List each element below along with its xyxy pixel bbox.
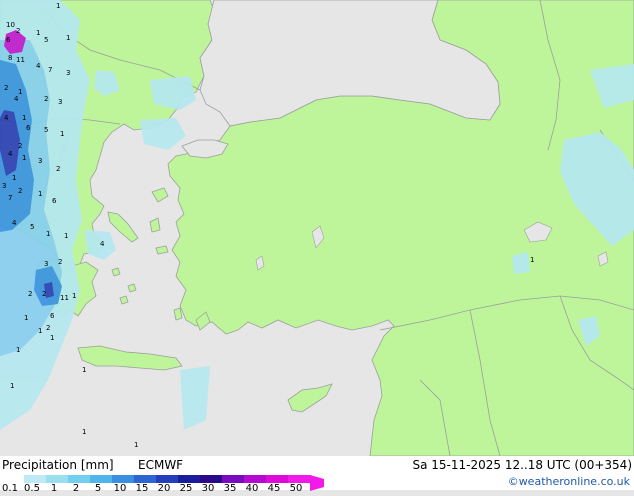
point-value-label: 1 (18, 88, 22, 96)
point-value-label: 11 (16, 56, 25, 64)
point-value-label: 2 (46, 324, 50, 332)
scale-swatch (24, 475, 47, 483)
point-value-label: 3 (38, 157, 42, 165)
scale-tick-label: 0.1 (2, 483, 18, 494)
point-value-label: 2 (58, 258, 62, 266)
land-cyclades-2 (127, 283, 137, 293)
point-value-label: 2 (18, 187, 22, 195)
scale-swatch (90, 475, 113, 483)
scale-swatch (222, 475, 245, 483)
point-value-label: 1 (50, 334, 54, 342)
scale-swatch (156, 475, 179, 483)
land-cyclades-3 (119, 295, 129, 305)
point-value-label: 1 (530, 256, 534, 264)
scale-swatch (266, 475, 289, 483)
point-value-label: 6 (50, 312, 55, 320)
scale-swatch (288, 475, 311, 483)
point-value-label: 2 (4, 84, 8, 92)
point-value-label: 1 (46, 230, 50, 238)
point-value-label: 3 (2, 182, 6, 190)
scale-swatch (244, 475, 267, 483)
point-value-label: 6 (6, 36, 11, 44)
point-value-label: 1 (24, 314, 28, 322)
point-value-label: 4 (36, 62, 41, 70)
scale-tick-label: 15 (135, 483, 149, 494)
point-value-label: 6 (26, 124, 31, 132)
scale-tick-label: 45 (267, 483, 281, 494)
point-value-label: 1 (22, 154, 26, 162)
point-value-label: 1 (82, 428, 86, 436)
point-value-label: 2 (44, 95, 48, 103)
point-value-label: 4 (12, 219, 17, 227)
scale-tick-label: 50 (289, 483, 303, 494)
scale-tick-label: 40 (245, 483, 259, 494)
credit-link[interactable]: ©weatheronline.co.uk (508, 475, 630, 489)
point-value-label: 1 (56, 2, 60, 10)
point-value-label: 5 (30, 223, 34, 231)
point-value-label: 1 (16, 346, 20, 354)
point-value-label: 4 (100, 240, 105, 248)
scale-swatch (112, 475, 135, 483)
point-value-label: 1 (82, 366, 86, 374)
scale-tick-label: 30 (201, 483, 215, 494)
point-value-label: 7 (48, 66, 52, 74)
point-value-label: 6 (52, 197, 57, 205)
scale-swatch (46, 475, 69, 483)
map-title: Precipitation [mm] (2, 458, 114, 472)
scale-tick-label: 2 (72, 483, 80, 494)
point-value-label: 2 (42, 290, 46, 298)
point-value-label: 3 (44, 260, 48, 268)
point-value-label: 8 (8, 54, 12, 62)
point-value-label: 3 (66, 69, 70, 77)
scale-tick-label: 5 (94, 483, 102, 494)
point-value-label: 1 (38, 190, 42, 198)
point-value-label: 1 (60, 130, 64, 138)
point-value-label: 7 (8, 194, 12, 202)
point-value-label: 3 (58, 98, 62, 106)
scale-tick-label: 0.5 (24, 483, 40, 494)
point-value-label: 1 (36, 29, 40, 37)
model-name: ECMWF (138, 458, 184, 472)
point-value-label: 5 (44, 36, 48, 44)
point-value-label: 2 (18, 142, 22, 150)
point-value-label: 1 (10, 382, 14, 390)
map-footer: Precipitation [mm] ECMWF Sa 15-11-2025 1… (0, 456, 634, 494)
point-value-label: 4 (14, 95, 19, 103)
point-value-label: 2 (16, 27, 20, 35)
scale-swatch (2, 475, 25, 483)
point-value-label: 1 (134, 441, 138, 449)
land-cyclades-1 (111, 267, 121, 277)
scale-tick-label: 20 (157, 483, 171, 494)
color-scale-ticks: 0.1 0.5 1 2 5 10 15 20 25 30 35 40 45 50 (0, 484, 340, 496)
point-value-label: 10 (6, 21, 15, 29)
scale-swatch (68, 475, 91, 483)
point-value-label: 4 (8, 150, 13, 158)
scale-tick-label: 10 (113, 483, 127, 494)
point-value-label: 1 (64, 232, 68, 240)
precipitation-map: 10 1 6 2 1 5 1 11 8 4 7 3 2 1 4 2 3 4 1 6 5 1 2 4 1 3 2 1 3 2 7 1 6 4 5 1 1 4… (0, 0, 634, 457)
point-value-label: 5 (44, 126, 48, 134)
point-value-label: 1 (38, 327, 42, 335)
point-value-label: 1 (72, 292, 76, 300)
point-value-label: 1 (22, 114, 26, 122)
point-value-label: 2 (56, 165, 60, 173)
scale-swatch (200, 475, 223, 483)
scale-tick-label: 35 (223, 483, 237, 494)
scale-tick-label: 1 (50, 483, 58, 494)
map-canvas: 10162 15 11184 7 32 14 2 34 16 5 124 1 321327 164 51 14… (0, 0, 634, 457)
point-value-label: 4 (4, 114, 9, 122)
point-value-label: 1 (12, 174, 16, 182)
scale-swatch (134, 475, 157, 483)
point-value-label: 2 (28, 290, 32, 298)
scale-tick-label: 25 (179, 483, 193, 494)
valid-time: Sa 15-11-2025 12..18 UTC (00+354) (412, 458, 632, 472)
scale-swatch (178, 475, 201, 483)
point-value-label: 1 (66, 34, 70, 42)
point-value-label: 11 (60, 294, 69, 302)
